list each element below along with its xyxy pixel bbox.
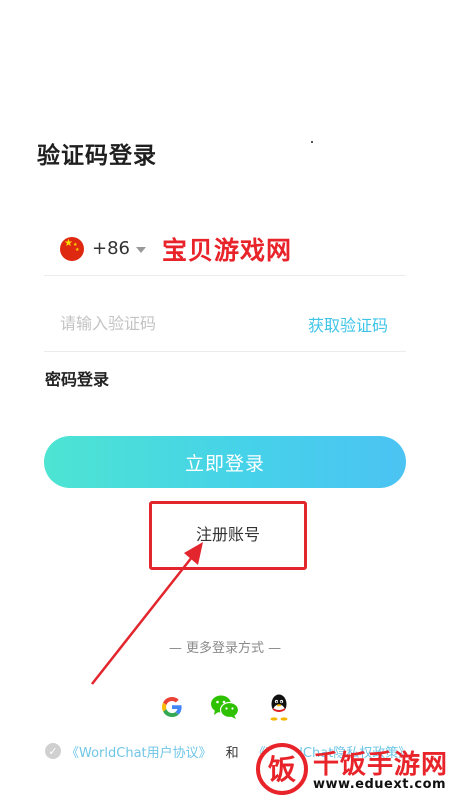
- agreement-checkbox[interactable]: ✓: [45, 743, 61, 759]
- watermark-logo-icon: 饭: [256, 743, 308, 795]
- annotation-arrow: [91, 542, 203, 685]
- flag-star-icon: ★: [64, 237, 73, 249]
- stray-dot: [311, 141, 313, 143]
- flag-small-star-icon: ★: [75, 246, 80, 253]
- verification-code-input[interactable]: [60, 314, 260, 333]
- country-code[interactable]: +86: [92, 238, 130, 259]
- wechat-icon[interactable]: [210, 692, 240, 722]
- login-button[interactable]: 立即登录: [44, 436, 406, 488]
- register-account-link[interactable]: 注册账号: [152, 504, 304, 567]
- chevron-down-icon[interactable]: [136, 246, 146, 253]
- annotation-highlight-box: 注册账号: [149, 501, 307, 570]
- watermark-title: 千饭手游网: [313, 750, 449, 780]
- user-agreement-link[interactable]: 《WorldChat用户协议》: [66, 742, 212, 761]
- google-icon[interactable]: [157, 692, 187, 722]
- svg-text:饭: 饭: [268, 753, 296, 786]
- verification-code-row: 获取验证码: [44, 296, 406, 352]
- agreement-and-text: 和: [225, 745, 239, 761]
- more-login-options-label: — 更多登录方式 —: [168, 641, 282, 656]
- password-login-link[interactable]: 密码登录: [45, 366, 109, 390]
- phone-row[interactable]: ★ ★ ★ +86 宝贝游戏网: [44, 222, 406, 276]
- qq-icon[interactable]: [264, 692, 294, 722]
- overlay-watermark-text: 宝贝游戏网: [162, 235, 293, 265]
- watermark-url: www.eduext.com: [313, 777, 447, 792]
- get-code-button[interactable]: 获取验证码: [308, 312, 388, 336]
- page-title: 验证码登录: [37, 143, 157, 169]
- china-flag-icon[interactable]: ★ ★ ★: [60, 236, 84, 261]
